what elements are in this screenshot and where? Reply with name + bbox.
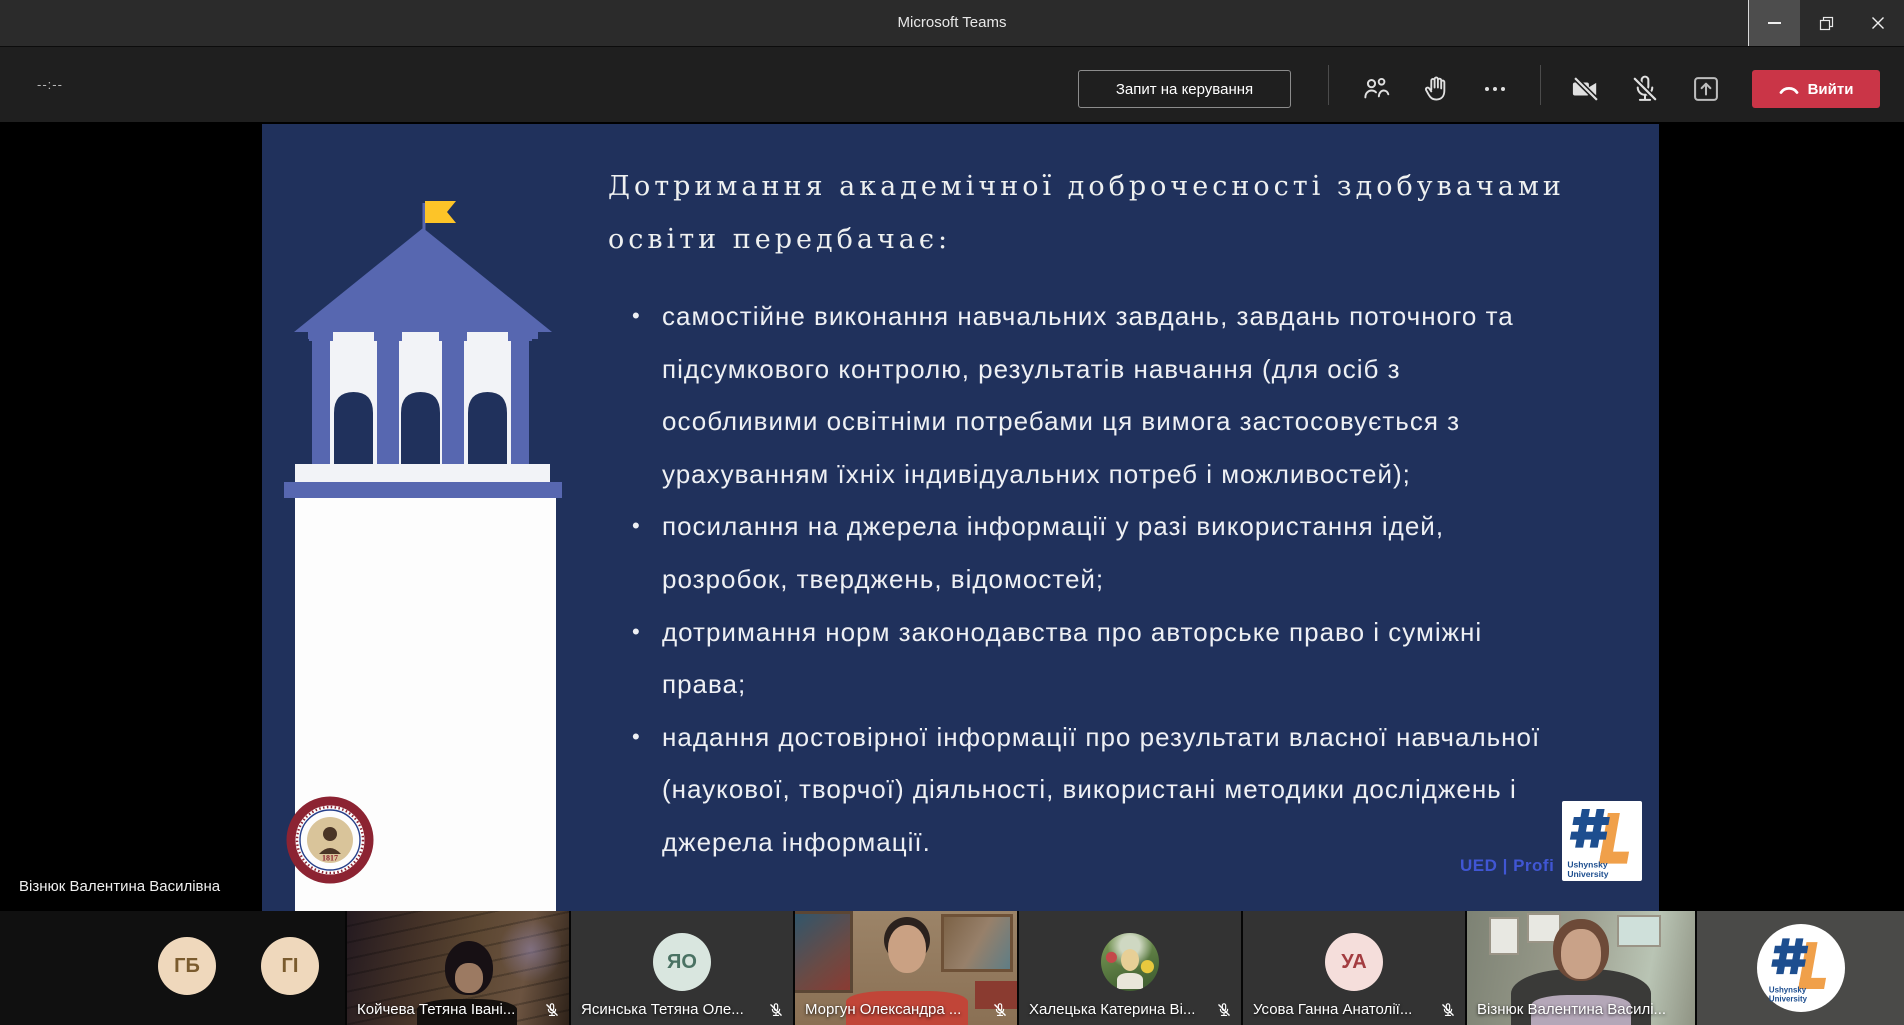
toolbar-divider — [1540, 65, 1541, 105]
titlebar: Microsoft Teams — [0, 0, 1904, 46]
participant-tile-avatar[interactable]: ЯО Ясинська Тетяна Оле... — [571, 911, 793, 1025]
participant-name: Халецька Катерина Ві... — [1029, 1001, 1195, 1018]
presentation-slide: 1817 Дотримання академічної доброчесност… — [262, 124, 1659, 911]
video-frame — [455, 963, 483, 993]
hang-up-icon — [1779, 83, 1799, 95]
close-button[interactable] — [1852, 0, 1904, 46]
bullet-line: права; — [662, 658, 1636, 711]
bullet-line: розробок, тверджень, відомостей; — [662, 553, 1636, 606]
avatar: ЯО — [653, 933, 711, 991]
slide-footer-link: UED | Profi — [1460, 856, 1554, 876]
meeting-timer: --:-- — [37, 47, 63, 123]
participants-button[interactable] — [1357, 70, 1395, 108]
video-frame — [1617, 915, 1661, 947]
bullet-line: урахуванням їхніх індивідуальних потреб … — [662, 448, 1636, 501]
presenter-name-label: Візнюк Валентина Василівна — [19, 878, 220, 895]
video-frame — [941, 914, 1013, 972]
slide-bullet: дотримання норм законодавства про авторс… — [626, 606, 1636, 711]
window-title: Microsoft Teams — [0, 0, 1904, 46]
mic-muted-icon — [544, 1002, 560, 1018]
participant-tile-avatar[interactable]: УА Усова Ганна Анатолії... — [1243, 911, 1465, 1025]
mic-off-icon — [1629, 73, 1661, 105]
participants-icon — [1361, 74, 1391, 104]
participant-tile-logo[interactable]: Ushynsky University — [1697, 911, 1904, 1025]
ellipsis-icon — [1485, 87, 1505, 91]
university-building-illustration: 1817 — [284, 201, 564, 911]
hash-l-logo-icon: Ushynsky University — [1764, 931, 1838, 1005]
slide-title-line: освіти передбачає: — [608, 213, 1565, 266]
svg-text:1817: 1817 — [322, 854, 338, 863]
request-control-button[interactable]: Запит на керування — [1078, 70, 1291, 108]
slide-title-line: Дотримання академічної доброчесності здо… — [608, 160, 1565, 213]
bullet-line: дотримання норм законодавства про авторс… — [662, 606, 1636, 659]
mic-muted-icon — [1440, 1002, 1456, 1018]
participant-tile-video[interactable]: Койчева Тетяна Івані... — [347, 911, 569, 1025]
bullet-line: самостійне виконання навчальних завдань,… — [662, 290, 1636, 343]
svg-text:University: University — [1567, 869, 1608, 879]
video-frame — [888, 925, 926, 973]
participant-name: Усова Ганна Анатолії... — [1253, 1001, 1412, 1018]
camera-off-icon — [1570, 73, 1602, 105]
participant-tile-photo[interactable]: Халецька Катерина Ві... — [1019, 911, 1241, 1025]
slide-bullet-list: самостійне виконання навчальних завдань,… — [626, 290, 1636, 869]
minimize-button[interactable] — [1748, 0, 1800, 46]
video-frame — [1489, 917, 1519, 955]
camera-toggle-button[interactable] — [1567, 70, 1605, 108]
more-options-button[interactable] — [1476, 70, 1514, 108]
bullet-line: підсумкового контролю, результатів навча… — [662, 343, 1636, 396]
participant-name: Візнюк Валентина Василі... — [1477, 1001, 1666, 1018]
avatar: УА — [1325, 933, 1383, 991]
teams-meeting-window: Microsoft Teams --:-- Запит на керування — [0, 0, 1904, 1025]
participant-filmstrip: ГБ ГІ Койчева Тетяна Івані... ЯО Ясинськ… — [0, 911, 1904, 1025]
raise-hand-button[interactable] — [1418, 70, 1456, 108]
mic-muted-icon — [768, 1002, 784, 1018]
bullet-line: особливими освітніми потребами ця вимога… — [662, 395, 1636, 448]
raise-hand-icon — [1422, 74, 1452, 104]
slide-title: Дотримання академічної доброчесності здо… — [608, 160, 1565, 266]
university-seal: 1817 — [287, 797, 373, 883]
bullet-line: посилання на джерела інформації у разі в… — [662, 500, 1636, 553]
participant-tile-audio-pair[interactable]: ГБ ГІ — [0, 911, 345, 1025]
avatar: ГБ — [158, 937, 216, 995]
minimize-icon — [1768, 22, 1781, 24]
mic-muted-icon — [992, 1002, 1008, 1018]
slide-bullet: самостійне виконання навчальних завдань,… — [626, 290, 1636, 500]
toolbar-divider — [1328, 65, 1329, 105]
screen-share-stage: 1817 Дотримання академічної доброчесност… — [0, 122, 1904, 911]
avatar: ГІ — [261, 937, 319, 995]
mic-muted-icon — [1216, 1002, 1232, 1018]
leave-button[interactable]: Вийти — [1752, 70, 1880, 108]
participant-tile-video[interactable]: Моргун Олександра ... — [795, 911, 1017, 1025]
svg-text:University: University — [1768, 994, 1807, 1003]
participant-tile-video[interactable]: Візнюк Валентина Василі... — [1467, 911, 1695, 1025]
avatar-photo — [1101, 933, 1159, 991]
slide-bullet: надання достовірної інформації про резул… — [626, 711, 1636, 869]
video-frame — [1561, 929, 1601, 979]
bullet-line: (наукової, творчої) діяльності, використ… — [662, 763, 1636, 816]
close-icon — [1871, 16, 1885, 30]
participant-name: Ясинська Тетяна Оле... — [581, 1001, 744, 1018]
share-screen-icon — [1690, 73, 1722, 105]
ushynsky-university-logo: Ushynsky University — [1757, 924, 1845, 1012]
meeting-toolbar: --:-- Запит на керування — [0, 46, 1904, 122]
video-frame — [501, 915, 561, 985]
hash-l-logo-icon: Ushynsky University — [1562, 801, 1642, 881]
restore-icon — [1819, 16, 1834, 31]
participant-name: Койчева Тетяна Івані... — [357, 1001, 515, 1018]
participant-name: Моргун Олександра ... — [805, 1001, 961, 1018]
share-screen-button[interactable] — [1687, 70, 1725, 108]
leave-label: Вийти — [1808, 81, 1854, 98]
video-frame — [795, 911, 853, 993]
ushynsky-university-logo: Ushynsky University — [1562, 801, 1642, 881]
bullet-line: надання достовірної інформації про резул… — [662, 711, 1636, 764]
slide-bullet: посилання на джерела інформації у разі в… — [626, 500, 1636, 605]
restore-button[interactable] — [1800, 0, 1852, 46]
mic-toggle-button[interactable] — [1626, 70, 1664, 108]
